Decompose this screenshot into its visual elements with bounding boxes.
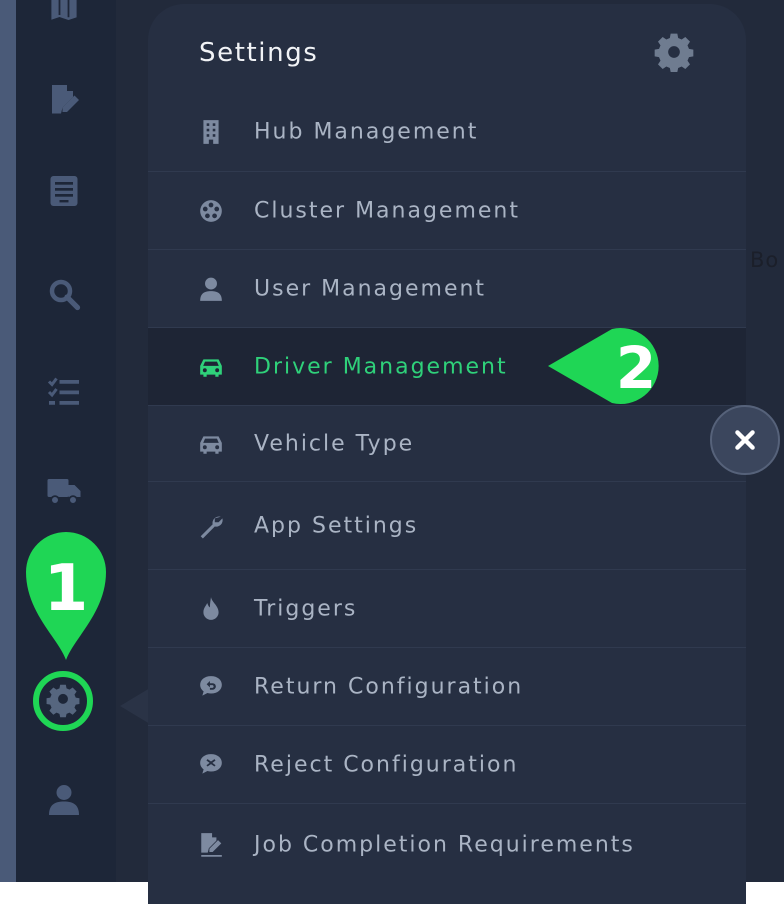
menu-item-label: Return Configuration xyxy=(254,674,524,699)
step-1-number: 1 xyxy=(44,552,89,626)
menu-item-label: Cluster Management xyxy=(254,198,521,223)
step-2-callout: 2 xyxy=(548,328,659,404)
signature-icon xyxy=(198,832,224,858)
menu-item-cluster-management[interactable]: Cluster Management xyxy=(148,172,746,250)
map-icon[interactable] xyxy=(40,0,88,30)
fire-icon xyxy=(198,596,224,622)
menu-item-hub-management[interactable]: Hub Management xyxy=(148,92,746,172)
menu-item-label: Hub Management xyxy=(254,119,479,144)
menu-item-triggers[interactable]: Triggers xyxy=(148,570,746,648)
close-button[interactable] xyxy=(710,405,780,475)
close-icon xyxy=(735,430,755,450)
car-icon xyxy=(198,431,224,457)
user-icon xyxy=(198,276,224,302)
background-text: Bo xyxy=(750,248,780,272)
panel-pointer xyxy=(120,688,150,724)
cluster-icon xyxy=(198,198,224,224)
menu-item-label: Triggers xyxy=(254,596,358,621)
receipt-icon[interactable] xyxy=(40,167,88,215)
menu-item-reject-configuration[interactable]: Reject Configuration xyxy=(148,726,746,804)
menu-item-app-settings[interactable]: App Settings xyxy=(148,482,746,570)
panel-title: Settings xyxy=(199,38,319,68)
checklist-icon[interactable] xyxy=(40,368,88,416)
menu-item-label: Reject Configuration xyxy=(254,752,519,777)
profile-icon[interactable] xyxy=(40,776,88,824)
building-icon xyxy=(198,119,224,145)
left-edge-bar xyxy=(0,0,16,882)
menu-item-label: Job Completion Requirements xyxy=(254,832,635,858)
truck-icon[interactable] xyxy=(40,467,88,515)
search-icon[interactable] xyxy=(40,270,88,318)
menu-item-job-completion-requirements[interactable]: Job Completion Requirements xyxy=(148,804,746,886)
menu-item-user-management[interactable]: User Management xyxy=(148,250,746,328)
menu-item-label: App Settings xyxy=(254,513,419,538)
reject-chat-icon xyxy=(198,752,224,778)
step-2-number: 2 xyxy=(616,334,656,402)
return-chat-icon xyxy=(198,674,224,700)
wrench-icon xyxy=(198,513,224,539)
menu-item-vehicle-type[interactable]: Vehicle Type xyxy=(148,406,746,482)
step-1-pin: 1 xyxy=(26,532,106,660)
gear-icon[interactable] xyxy=(654,32,694,72)
settings-gear-icon[interactable] xyxy=(33,671,93,731)
car-icon xyxy=(198,354,224,380)
menu-item-label: User Management xyxy=(254,276,487,301)
menu-item-label: Driver Management xyxy=(254,354,508,379)
edit-document-icon[interactable] xyxy=(40,76,88,124)
menu-item-return-configuration[interactable]: Return Configuration xyxy=(148,648,746,726)
sidebar xyxy=(16,0,116,882)
menu-item-label: Vehicle Type xyxy=(254,431,415,456)
settings-panel: Settings Hub Management Cluster Manageme… xyxy=(148,4,746,904)
